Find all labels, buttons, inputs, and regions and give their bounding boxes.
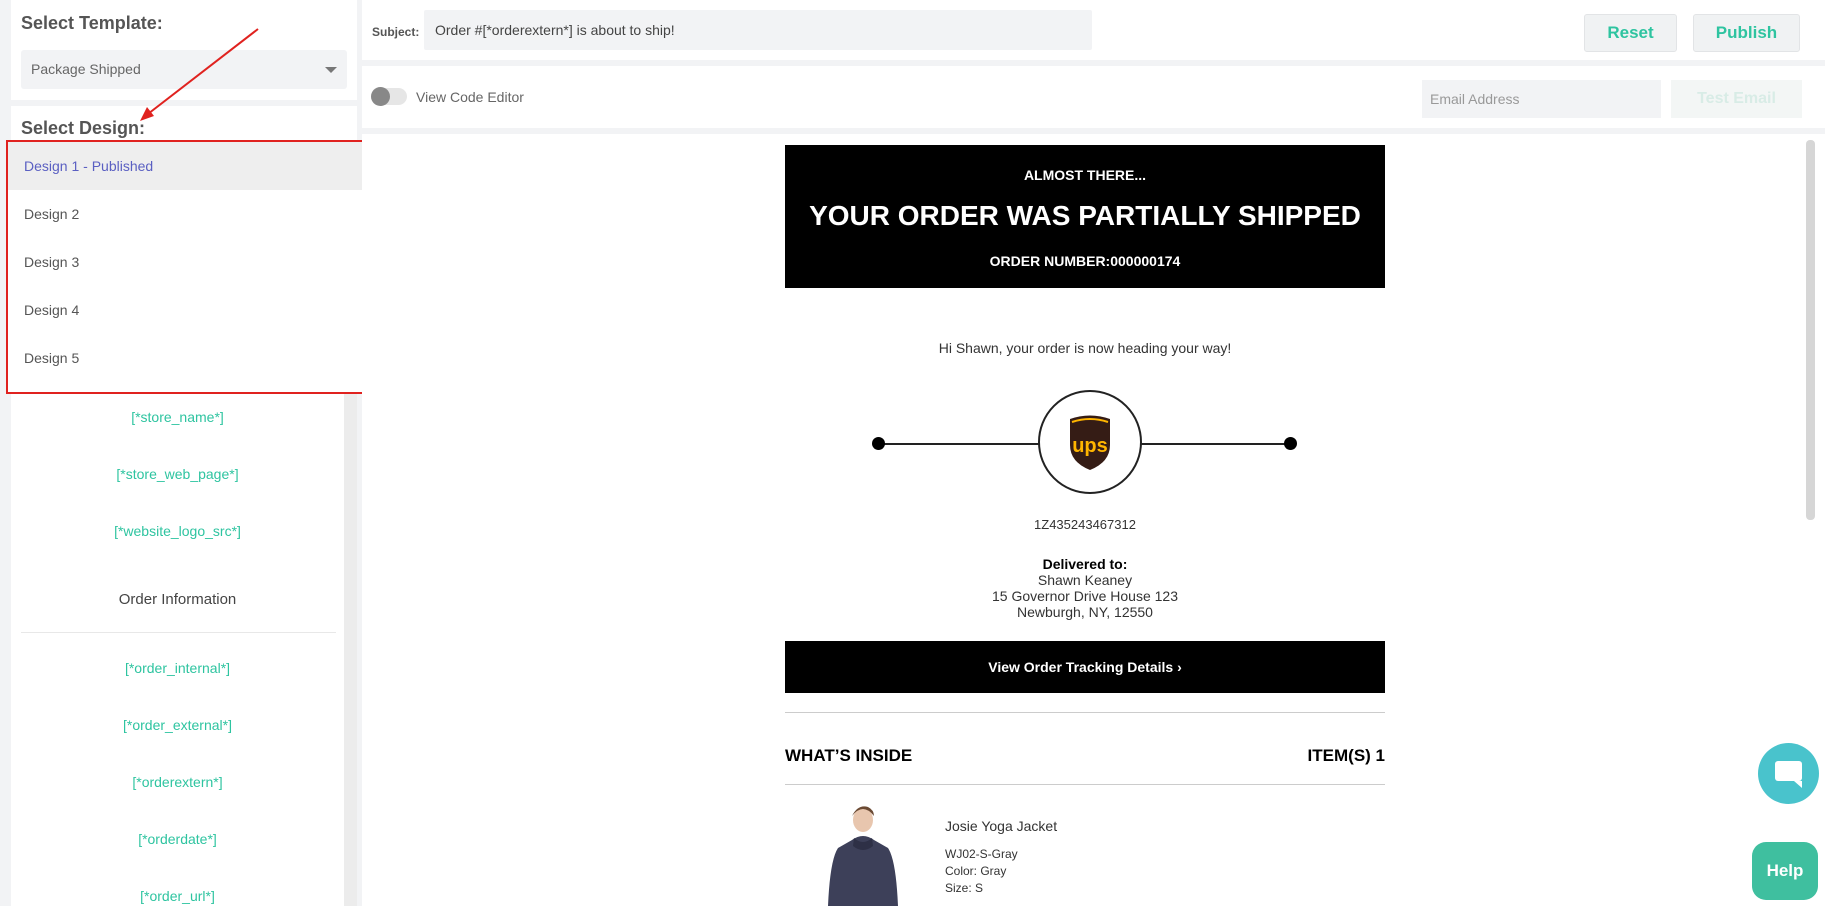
whats-inside-heading: WHAT’S INSIDE [785,746,913,765]
variable-website-logo-src[interactable]: [*website_logo_src*] [11,523,344,539]
reset-button[interactable]: Reset [1584,14,1677,52]
divider [785,784,1385,785]
ups-logo-text: ups [1072,435,1108,457]
variable-order-external[interactable]: [*order_external*] [11,717,344,733]
product-size: Size: S [945,881,984,895]
subject-bar: Subject: Order #[*orderextern*] is about… [362,0,1825,60]
delivered-city: Newburgh, NY, 12550 [1017,604,1153,620]
jacket-photo-icon [828,806,898,906]
test-email-button[interactable]: Test Email [1671,80,1802,118]
chat-bubble-icon [1775,761,1802,788]
publish-button[interactable]: Publish [1693,14,1800,52]
delivery-address: Delivered to: Shawn Keaney 15 Governor D… [785,556,1385,620]
hero-order-number: ORDER NUMBER:000000174 [989,253,1181,269]
hero-kicker: ALMOST THERE... [1023,167,1147,183]
product-image [818,800,908,906]
annotation-arrow-icon [140,28,259,121]
variable-order-url[interactable]: [*order_url*] [11,888,344,904]
toolbar-bar: View Code Editor Email Address Test Emai… [362,66,1825,128]
variable-store-web-page[interactable]: [*store_web_page*] [11,466,344,482]
product-name: Josie Yoga Jacket [945,818,1058,834]
caret-down-icon [325,67,337,73]
delivered-street: 15 Governor Drive House 123 [992,588,1178,604]
section-divider [21,632,336,633]
delivered-name: Shawn Keaney [1037,572,1133,588]
product-color: Color: Gray [945,864,1007,878]
preview-scrollbar[interactable] [1806,140,1815,520]
delivered-to-label: Delivered to: [1042,556,1128,572]
tracking-end-dot [1284,437,1297,450]
chat-widget-button[interactable] [1758,743,1819,804]
product-sku: WJ02-S-Gray [945,847,1018,861]
variable-order-internal[interactable]: [*order_internal*] [11,660,344,676]
carrier-badge: ups [1038,390,1142,494]
toggle-knob [371,87,390,106]
variable-orderdate[interactable]: [*orderdate*] [11,831,344,847]
help-button[interactable]: Help [1752,842,1818,900]
subject-label: Subject: [372,25,420,39]
variable-orderextern[interactable]: [*orderextern*] [11,774,344,790]
variable-store-name[interactable]: [*store_name*] [11,409,344,425]
subject-input[interactable]: Order #[*orderextern*] is about to ship! [424,10,1092,50]
code-editor-label: View Code Editor [416,89,524,105]
design-option-3[interactable]: Design 3 [8,238,364,286]
design-option-5[interactable]: Design 5 [8,334,364,382]
template-select-value: Package Shipped [31,61,141,77]
email-hero-banner: ALMOST THERE... YOUR ORDER WAS PARTIALLY… [785,145,1385,288]
hero-title: YOUR ORDER WAS PARTIALLY SHIPPED [809,200,1361,231]
design-option-1[interactable]: Design 1 - Published [8,142,364,190]
design-heading: Select Design: [21,118,146,138]
code-editor-toggle[interactable] [371,87,407,106]
divider [785,712,1385,713]
email-address-input[interactable]: Email Address [1422,80,1661,118]
design-option-4[interactable]: Design 4 [8,286,364,334]
tracking-number: 1Z435243467312 [1034,517,1136,532]
design-option-2[interactable]: Design 2 [8,190,364,238]
view-tracking-button[interactable]: View Order Tracking Details › [785,641,1385,693]
email-preview: ALMOST THERE... YOUR ORDER WAS PARTIALLY… [362,134,1825,906]
tracking-start-dot [872,437,885,450]
ups-logo-icon: ups [1070,415,1110,470]
order-information-heading: Order Information [118,591,237,608]
greeting-text: Hi Shawn, your order is now heading your… [938,340,1232,356]
design-dropdown-menu: Design 1 - Published Design 2 Design 3 D… [6,140,366,394]
item-count: ITEM(S) 1 [1307,746,1385,765]
